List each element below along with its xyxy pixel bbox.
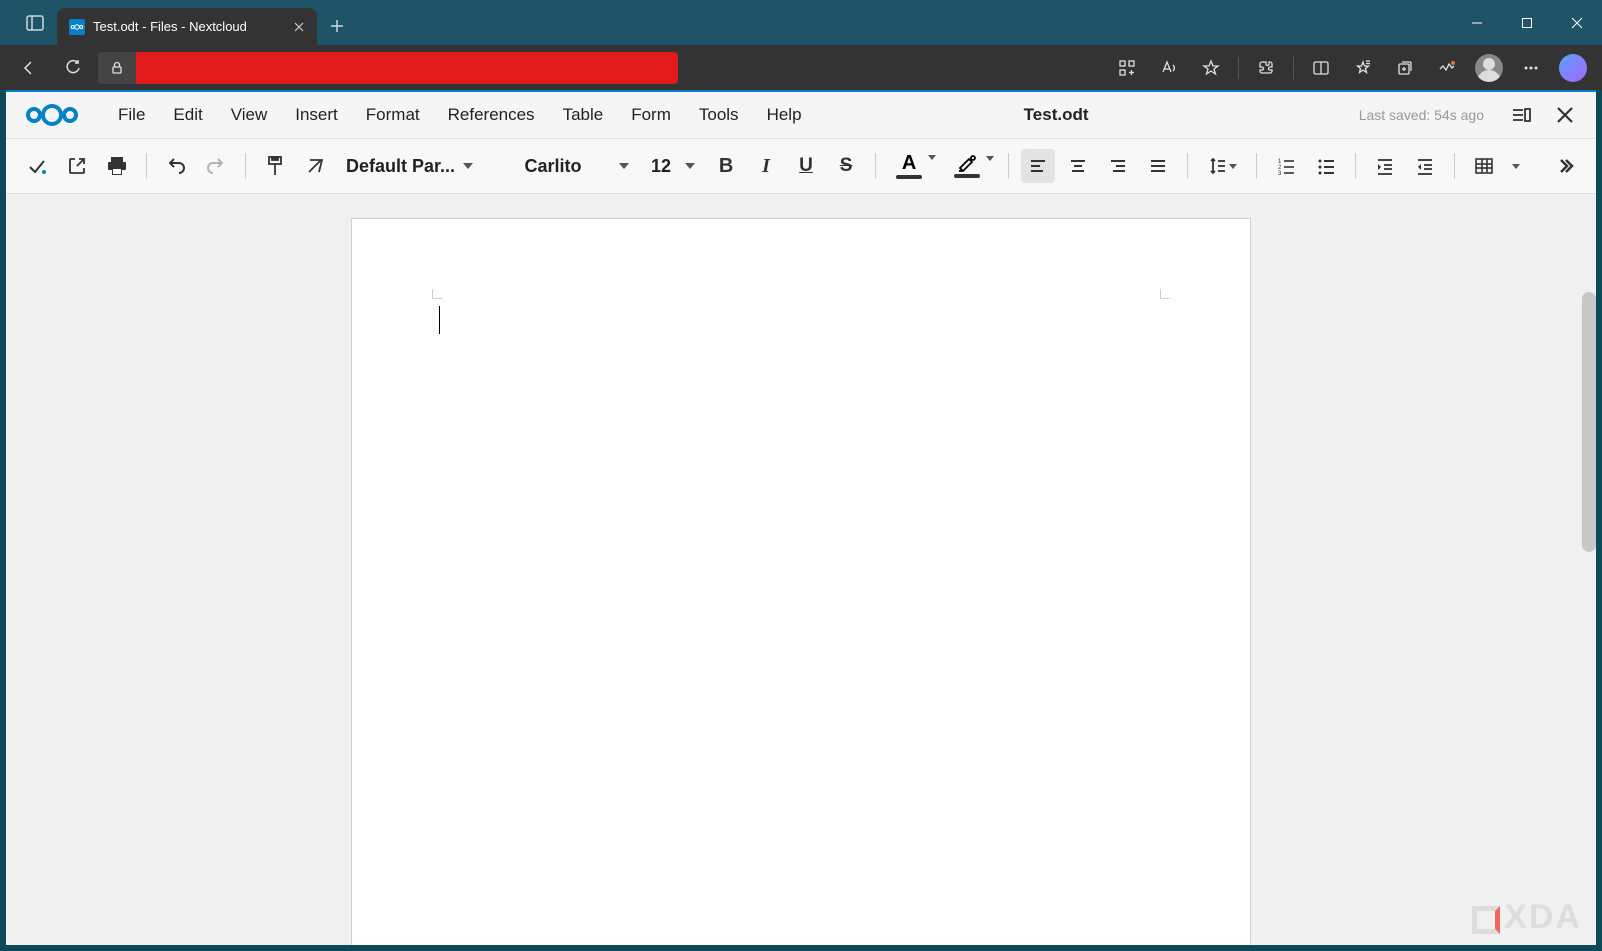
redo-icon[interactable] bbox=[199, 149, 233, 183]
nextcloud-office-app: File Edit View Insert Format References … bbox=[6, 90, 1596, 945]
accept-tracked-change-icon[interactable] bbox=[20, 149, 54, 183]
refresh-button[interactable] bbox=[54, 49, 92, 87]
tab-close-button[interactable] bbox=[291, 19, 307, 35]
menu-edit[interactable]: Edit bbox=[161, 99, 214, 131]
align-left-icon[interactable] bbox=[1021, 149, 1055, 183]
site-security-button[interactable] bbox=[98, 52, 136, 84]
increase-indent-icon[interactable] bbox=[1368, 149, 1402, 183]
menu-view[interactable]: View bbox=[219, 99, 280, 131]
apps-grid-icon[interactable] bbox=[1108, 49, 1146, 87]
highlight-color-button[interactable] bbox=[946, 154, 988, 178]
undo-icon[interactable] bbox=[159, 149, 193, 183]
underline-icon[interactable]: U bbox=[789, 149, 823, 183]
numbered-list-icon[interactable]: 123 bbox=[1269, 149, 1303, 183]
paragraph-style-dropdown[interactable]: Default Par... bbox=[338, 152, 481, 181]
line-spacing-dropdown[interactable] bbox=[1200, 149, 1244, 183]
nextcloud-logo[interactable] bbox=[20, 99, 84, 131]
collections-icon[interactable] bbox=[1386, 49, 1424, 87]
print-icon[interactable] bbox=[100, 149, 134, 183]
menu-tools[interactable]: Tools bbox=[687, 99, 751, 131]
decrease-indent-icon[interactable] bbox=[1408, 149, 1442, 183]
insert-table-icon[interactable] bbox=[1467, 149, 1501, 183]
clear-formatting-icon[interactable] bbox=[298, 149, 332, 183]
font-color-button[interactable]: A bbox=[888, 153, 930, 179]
font-size-value: 12 bbox=[651, 156, 671, 177]
address-bar-redacted[interactable] bbox=[136, 52, 678, 84]
menu-insert[interactable]: Insert bbox=[283, 99, 350, 131]
document-title[interactable]: Test.odt bbox=[788, 105, 1325, 125]
browser-titlebar: Test.odt - Files - Nextcloud bbox=[0, 0, 1602, 45]
menu-form[interactable]: Form bbox=[619, 99, 683, 131]
font-size-dropdown[interactable]: 12 bbox=[643, 152, 703, 181]
browser-sidebar-toggle[interactable] bbox=[12, 0, 57, 45]
vertical-scrollbar-thumb[interactable] bbox=[1582, 292, 1596, 552]
strikethrough-icon[interactable]: S bbox=[829, 149, 863, 183]
window-close-button[interactable] bbox=[1552, 0, 1602, 45]
table-dropdown-caret[interactable] bbox=[1507, 149, 1525, 183]
more-menu-icon[interactable] bbox=[1512, 49, 1550, 87]
copilot-icon[interactable] bbox=[1554, 49, 1592, 87]
paragraph-style-value: Default Par... bbox=[346, 156, 455, 177]
window-minimize-button[interactable] bbox=[1452, 0, 1502, 45]
save-status-label: Last saved: 54s ago bbox=[1359, 107, 1494, 123]
profile-avatar[interactable] bbox=[1470, 49, 1508, 87]
toolbar-overflow-icon[interactable] bbox=[1548, 149, 1582, 183]
margin-corner-tl bbox=[432, 289, 442, 299]
favorite-star-icon[interactable] bbox=[1192, 49, 1230, 87]
document-page[interactable] bbox=[351, 218, 1251, 945]
font-name-value: Carlito bbox=[495, 156, 611, 177]
align-center-icon[interactable] bbox=[1061, 149, 1095, 183]
new-tab-button[interactable] bbox=[317, 6, 357, 45]
read-aloud-icon[interactable] bbox=[1150, 49, 1188, 87]
align-justify-icon[interactable] bbox=[1141, 149, 1175, 183]
close-document-button[interactable] bbox=[1548, 98, 1582, 132]
sidebar-toggle-icon[interactable] bbox=[1504, 98, 1538, 132]
split-screen-icon[interactable] bbox=[1302, 49, 1340, 87]
align-right-icon[interactable] bbox=[1101, 149, 1135, 183]
font-name-dropdown[interactable]: Carlito bbox=[487, 152, 637, 181]
format-toolbar: Default Par... Carlito 12 B I U S A 123 bbox=[6, 138, 1596, 194]
browser-nav-row bbox=[0, 45, 1602, 90]
nextcloud-favicon bbox=[69, 19, 85, 35]
extensions-icon[interactable] bbox=[1247, 49, 1285, 87]
bullet-list-icon[interactable] bbox=[1309, 149, 1343, 183]
clone-formatting-icon[interactable] bbox=[258, 149, 292, 183]
favorites-bar-icon[interactable] bbox=[1344, 49, 1382, 87]
performance-icon[interactable] bbox=[1428, 49, 1466, 87]
margin-corner-tr bbox=[1160, 289, 1170, 299]
tab-title: Test.odt - Files - Nextcloud bbox=[93, 19, 283, 34]
text-cursor bbox=[439, 306, 440, 334]
menu-references[interactable]: References bbox=[436, 99, 547, 131]
back-button[interactable] bbox=[10, 49, 48, 87]
browser-chrome: Test.odt - Files - Nextcloud bbox=[0, 0, 1602, 90]
window-controls bbox=[1452, 0, 1602, 45]
svg-text:3: 3 bbox=[1278, 171, 1282, 176]
menu-table[interactable]: Table bbox=[551, 99, 616, 131]
window-maximize-button[interactable] bbox=[1502, 0, 1552, 45]
browser-tab-active[interactable]: Test.odt - Files - Nextcloud bbox=[57, 8, 317, 45]
menubar: File Edit View Insert Format References … bbox=[6, 92, 1596, 138]
bold-icon[interactable]: B bbox=[709, 149, 743, 183]
italic-icon[interactable]: I bbox=[749, 149, 783, 183]
address-bar-wrap bbox=[98, 52, 678, 84]
open-external-icon[interactable] bbox=[60, 149, 94, 183]
menu-format[interactable]: Format bbox=[354, 99, 432, 131]
document-canvas[interactable] bbox=[6, 194, 1596, 945]
menu-file[interactable]: File bbox=[106, 99, 157, 131]
